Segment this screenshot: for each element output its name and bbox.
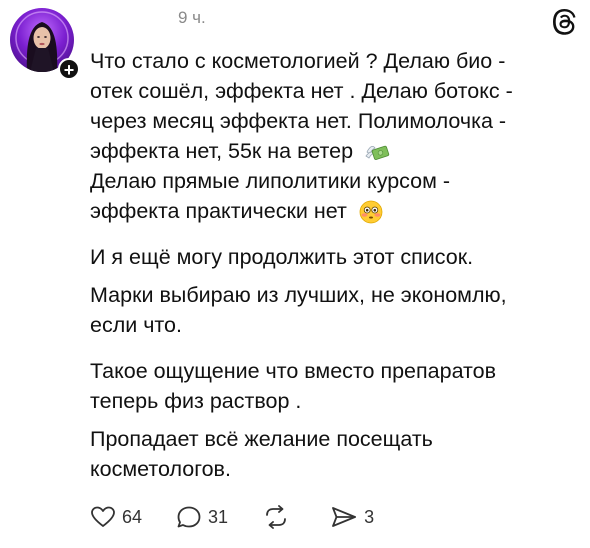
post-line: И я ещё могу продолжить этот список.: [90, 245, 474, 269]
post-line: Марки выбираю из лучших, не экономлю,: [90, 283, 507, 307]
send-icon: [332, 507, 356, 527]
threads-logo-icon[interactable]: [548, 6, 580, 38]
post-line: эффекта нет, 55к на ветер: [90, 139, 354, 163]
post-timestamp: 9 ч.: [178, 8, 206, 27]
post-body: Что стало с косметологией ? Делаю био - …: [90, 46, 570, 484]
post-paragraph: Что стало с косметологией ? Делаю био - …: [90, 46, 570, 166]
threads-post: + 9 ч. Что стало с косметологией ? Делаю…: [0, 0, 590, 548]
flushed-face-emoji: [359, 200, 383, 224]
post-actions-bar: 64 31 3: [90, 502, 408, 532]
reply-button[interactable]: 31: [176, 505, 228, 529]
post-line: отек сошёл, эффекта нет . Делаю ботокс -: [90, 79, 513, 103]
post-line: теперь физ раствор .: [90, 389, 302, 413]
money-with-wings-emoji: [365, 146, 390, 161]
repost-button[interactable]: [262, 505, 296, 529]
comment-icon: [177, 506, 201, 528]
post-paragraph: Марки выбираю из лучших, не экономлю, ес…: [90, 280, 570, 340]
post-line: косметологов.: [90, 457, 231, 481]
post-paragraph: И я ещё могу продолжить этот список.: [90, 242, 570, 272]
post-line: эффекта практически нет: [90, 199, 347, 223]
like-button[interactable]: 64: [90, 505, 142, 529]
avatar-container[interactable]: +: [10, 8, 80, 80]
heart-icon: [91, 506, 115, 527]
post-paragraph: Делаю прямые липолитики курсом - эффекта…: [90, 166, 570, 226]
post-line: через месяц эффекта нет. Полимолочка -: [90, 109, 507, 133]
post-line: если что.: [90, 313, 182, 337]
follow-plus-icon[interactable]: +: [58, 58, 80, 80]
repost-icon: [266, 505, 286, 529]
share-count: 3: [364, 506, 375, 527]
reply-count: 31: [208, 506, 229, 527]
post-paragraph: Пропадает всё желание посещать косметоло…: [90, 424, 570, 484]
share-button[interactable]: 3: [330, 505, 374, 529]
post-paragraph: Такое ощущение что вместо препаратов теп…: [90, 356, 570, 416]
post-line: Делаю прямые липолитики курсом -: [90, 169, 451, 193]
post-line: Что стало с косметологией ? Делаю био -: [90, 49, 506, 73]
like-count: 64: [122, 506, 143, 527]
post-line: Пропадает всё желание посещать: [90, 427, 433, 451]
post-line: Такое ощущение что вместо препаратов: [90, 359, 497, 383]
